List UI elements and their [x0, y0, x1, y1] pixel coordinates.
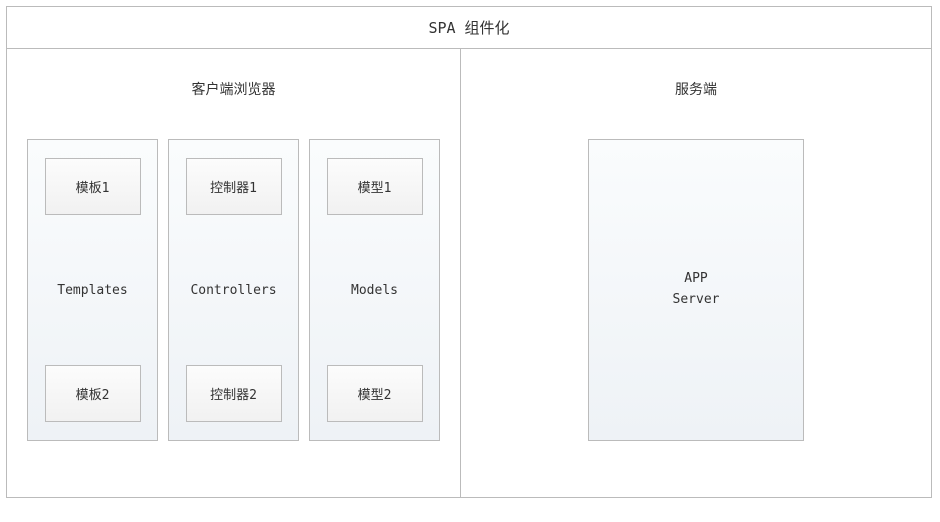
- templates-label: Templates: [57, 283, 127, 298]
- templates-column: 模板1 Templates 模板2: [27, 139, 158, 441]
- client-section: 客户端浏览器 模板1 Templates 模板2 控制器1 Controller…: [7, 49, 461, 497]
- template-box-1: 模板1: [45, 158, 141, 215]
- diagram-title: SPA 组件化: [7, 7, 931, 49]
- model-box-2: 模型2: [327, 365, 423, 422]
- controllers-column: 控制器1 Controllers 控制器2: [168, 139, 299, 441]
- controller-box-2: 控制器2: [186, 365, 282, 422]
- model-box-1: 模型1: [327, 158, 423, 215]
- app-server-box: APP Server: [588, 139, 804, 441]
- models-column: 模型1 Models 模型2: [309, 139, 440, 441]
- controller-box-1: 控制器1: [186, 158, 282, 215]
- main-row: 客户端浏览器 模板1 Templates 模板2 控制器1 Controller…: [7, 49, 931, 497]
- app-server-line1: APP: [684, 269, 707, 290]
- server-section: 服务端 APP Server: [461, 49, 931, 497]
- models-label: Models: [351, 283, 398, 298]
- server-title: 服务端: [675, 79, 717, 99]
- app-server-line2: Server: [673, 290, 720, 311]
- client-title: 客户端浏览器: [27, 79, 440, 99]
- controllers-label: Controllers: [190, 283, 276, 298]
- template-box-2: 模板2: [45, 365, 141, 422]
- diagram-container: SPA 组件化 客户端浏览器 模板1 Templates 模板2 控制器1 Co…: [6, 6, 932, 498]
- client-columns: 模板1 Templates 模板2 控制器1 Controllers 控制器2 …: [27, 139, 440, 441]
